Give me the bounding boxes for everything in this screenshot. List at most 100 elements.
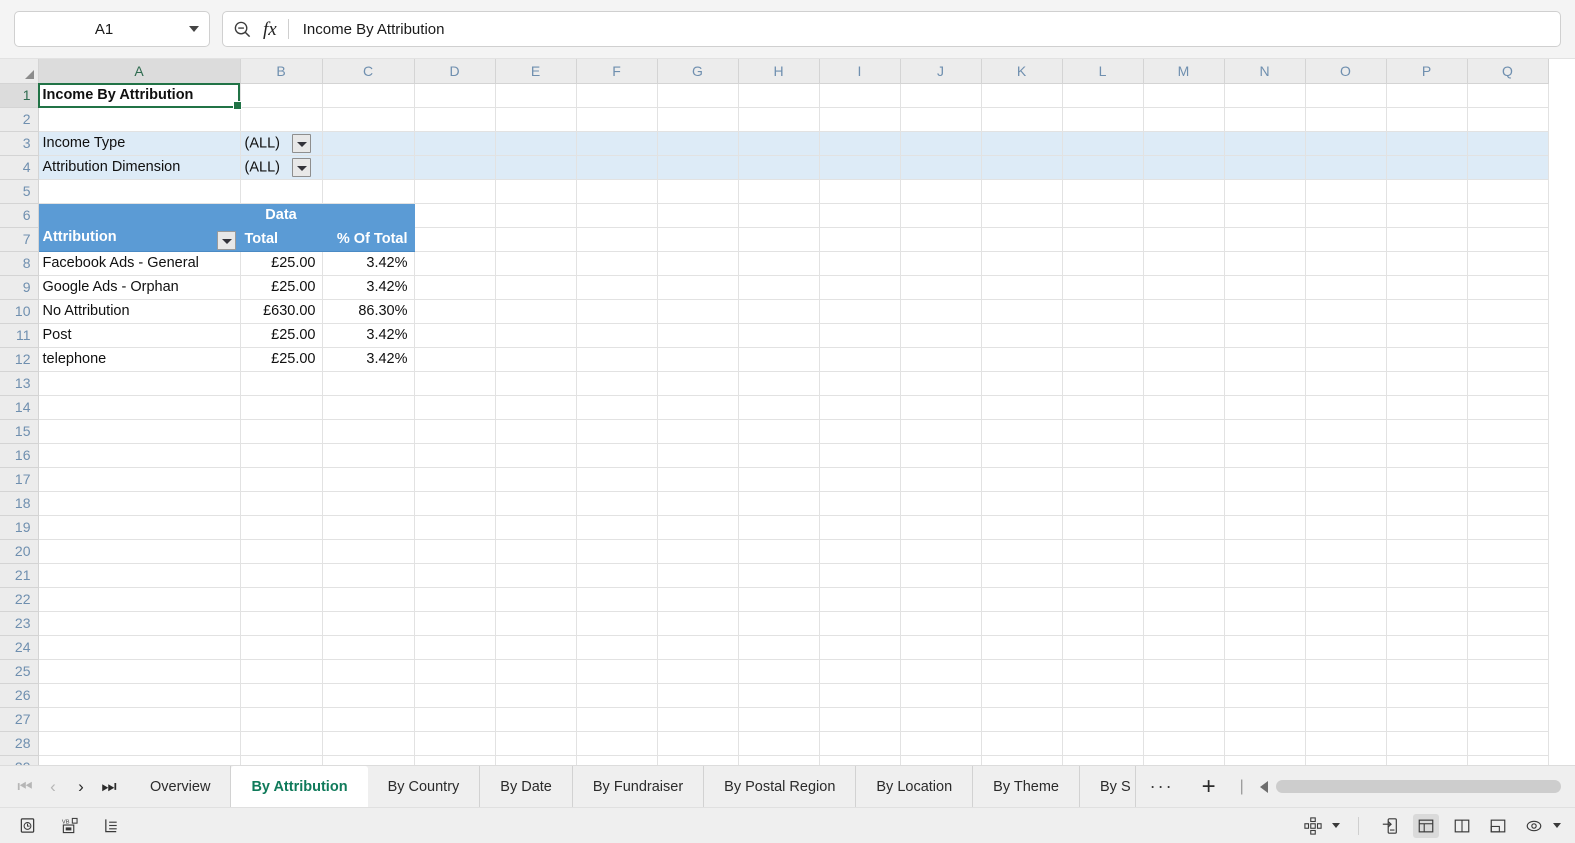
cell-M1[interactable]: [1143, 83, 1225, 108]
cell-O3[interactable]: [1305, 131, 1387, 156]
cell-K6[interactable]: [981, 203, 1063, 228]
cell-N18[interactable]: [1224, 491, 1306, 516]
cell-I17[interactable]: [819, 467, 901, 492]
cell-F3[interactable]: [576, 131, 658, 156]
cell-J10[interactable]: [900, 299, 982, 324]
cell-G12[interactable]: [657, 347, 739, 372]
cell-I28[interactable]: [819, 731, 901, 756]
column-header-a[interactable]: A: [38, 59, 241, 84]
cell-E11[interactable]: [495, 323, 577, 348]
horizontal-scrollbar[interactable]: [1254, 766, 1575, 807]
cell-Q27[interactable]: [1467, 707, 1549, 732]
cell-D4[interactable]: [414, 155, 496, 180]
cell-B22[interactable]: [240, 587, 323, 612]
cell-J22[interactable]: [900, 587, 982, 612]
pivot-band-a[interactable]: [38, 203, 241, 228]
sheet-tab-by-theme[interactable]: By Theme: [973, 766, 1080, 807]
cell-C1[interactable]: [322, 83, 415, 108]
filter-label-2[interactable]: Attribution Dimension: [38, 155, 241, 180]
cell-G8[interactable]: [657, 251, 739, 276]
cell-H5[interactable]: [738, 179, 820, 204]
cell-M27[interactable]: [1143, 707, 1225, 732]
pivot-row-pct-3[interactable]: 86.30%: [322, 299, 415, 324]
cell-N28[interactable]: [1224, 731, 1306, 756]
cell-G5[interactable]: [657, 179, 739, 204]
cell-E28[interactable]: [495, 731, 577, 756]
cell-H11[interactable]: [738, 323, 820, 348]
row-header-20[interactable]: 20: [0, 539, 39, 564]
cell-H28[interactable]: [738, 731, 820, 756]
cell-P21[interactable]: [1386, 563, 1468, 588]
cell-G20[interactable]: [657, 539, 739, 564]
cell-Q20[interactable]: [1467, 539, 1549, 564]
cell-L27[interactable]: [1062, 707, 1144, 732]
cell-E6[interactable]: [495, 203, 577, 228]
cell-P16[interactable]: [1386, 443, 1468, 468]
column-header-g[interactable]: G: [657, 59, 739, 84]
cell-A27[interactable]: [38, 707, 241, 732]
cell-P11[interactable]: [1386, 323, 1468, 348]
filter-value-2[interactable]: (ALL): [240, 155, 323, 180]
cell-D12[interactable]: [414, 347, 496, 372]
cell-F20[interactable]: [576, 539, 658, 564]
cell-N14[interactable]: [1224, 395, 1306, 420]
cell-B24[interactable]: [240, 635, 323, 660]
cell-B19[interactable]: [240, 515, 323, 540]
cell-L2[interactable]: [1062, 107, 1144, 132]
cell-M11[interactable]: [1143, 323, 1225, 348]
cell-O1[interactable]: [1305, 83, 1387, 108]
cell-N15[interactable]: [1224, 419, 1306, 444]
cell-C13[interactable]: [322, 371, 415, 396]
cell-M18[interactable]: [1143, 491, 1225, 516]
cell-A22[interactable]: [38, 587, 241, 612]
cell-title-a1[interactable]: Income By Attribution: [38, 83, 241, 108]
cell-J29[interactable]: [900, 755, 982, 765]
cell-P23[interactable]: [1386, 611, 1468, 636]
cell-H3[interactable]: [738, 131, 820, 156]
cell-G7[interactable]: [657, 227, 739, 252]
cell-I8[interactable]: [819, 251, 901, 276]
cell-Q23[interactable]: [1467, 611, 1549, 636]
cell-M23[interactable]: [1143, 611, 1225, 636]
cell-N20[interactable]: [1224, 539, 1306, 564]
cell-H15[interactable]: [738, 419, 820, 444]
cell-K26[interactable]: [981, 683, 1063, 708]
cell-P20[interactable]: [1386, 539, 1468, 564]
cell-J16[interactable]: [900, 443, 982, 468]
page-break-view-icon[interactable]: [1485, 814, 1511, 838]
cell-F4[interactable]: [576, 155, 658, 180]
cell-Q12[interactable]: [1467, 347, 1549, 372]
cell-F18[interactable]: [576, 491, 658, 516]
cell-L12[interactable]: [1062, 347, 1144, 372]
cell-J23[interactable]: [900, 611, 982, 636]
sheet-tab-by-s[interactable]: By S: [1080, 766, 1136, 807]
cell-G3[interactable]: [657, 131, 739, 156]
cell-P5[interactable]: [1386, 179, 1468, 204]
cell-I25[interactable]: [819, 659, 901, 684]
cell-F8[interactable]: [576, 251, 658, 276]
column-header-e[interactable]: E: [495, 59, 577, 84]
cell-G18[interactable]: [657, 491, 739, 516]
cell-B23[interactable]: [240, 611, 323, 636]
sheet-tab-by-postal-region[interactable]: By Postal Region: [704, 766, 857, 807]
cell-E3[interactable]: [495, 131, 577, 156]
cell-F19[interactable]: [576, 515, 658, 540]
cell-H8[interactable]: [738, 251, 820, 276]
pivot-row-attribution-2[interactable]: Google Ads - Orphan: [38, 275, 241, 300]
cell-H18[interactable]: [738, 491, 820, 516]
cell-A28[interactable]: [38, 731, 241, 756]
cell-C16[interactable]: [322, 443, 415, 468]
cell-L20[interactable]: [1062, 539, 1144, 564]
pivot-row-total-2[interactable]: £25.00: [240, 275, 323, 300]
cell-E5[interactable]: [495, 179, 577, 204]
cell-D22[interactable]: [414, 587, 496, 612]
cell-B18[interactable]: [240, 491, 323, 516]
column-header-d[interactable]: D: [414, 59, 496, 84]
cell-B13[interactable]: [240, 371, 323, 396]
cell-Q26[interactable]: [1467, 683, 1549, 708]
cell-N27[interactable]: [1224, 707, 1306, 732]
cell-Q16[interactable]: [1467, 443, 1549, 468]
cell-L26[interactable]: [1062, 683, 1144, 708]
cell-N3[interactable]: [1224, 131, 1306, 156]
row-header-19[interactable]: 19: [0, 515, 39, 540]
